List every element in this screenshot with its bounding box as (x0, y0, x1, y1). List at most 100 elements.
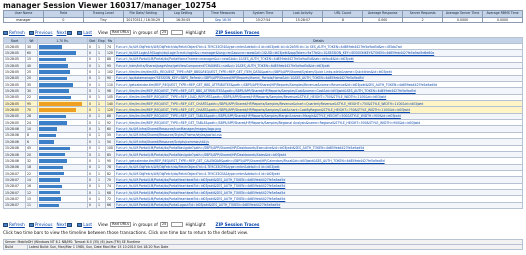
time-bar[interactable] (39, 171, 65, 176)
row-details-link[interactable]: Fun url: /tc/LM.Portal/LM/Portal/do/Port… (116, 153, 286, 157)
summary-header-cell: Time Measures (202, 10, 244, 18)
time-bar[interactable] (39, 127, 58, 131)
time-bar[interactable] (39, 190, 60, 195)
time-bar[interactable] (39, 83, 73, 87)
next-link-bottom[interactable]: Next (57, 222, 74, 227)
view-select-bottom[interactable]: Rad URLs (109, 222, 132, 227)
time-bar[interactable] (39, 133, 56, 138)
row-details-link[interactable]: Fun url: /getcalendar.tlm/REP_REQUEST_TY… (116, 83, 437, 87)
summary-value-cell: 16:30:05 (162, 17, 204, 23)
summary-header-cell: Average Response (362, 10, 404, 18)
row-details-link[interactable]: Fun url: /tc/LM.Portal/LM/Portal/do/Port… (116, 57, 354, 61)
summary-header-cell: Tracing Level (82, 10, 124, 18)
group-size-select[interactable]: 25 (159, 30, 169, 35)
time-bar[interactable] (39, 76, 67, 81)
time-bar[interactable] (39, 159, 67, 163)
time-bar[interactable] (39, 152, 66, 157)
time-bar[interactable] (39, 140, 55, 144)
row-details-link[interactable]: Fun url: /tc/LM.Portal/LM/Portal/do/Port… (116, 184, 285, 188)
time-bar[interactable] (39, 114, 66, 119)
row-details-link[interactable]: Fun url: /tc/LM.ObjFetch/LM/ObjFetch/do/… (116, 165, 280, 169)
time-bar[interactable] (39, 146, 70, 150)
zip-session-traces-link[interactable]: ZIP Session Traces (216, 30, 260, 35)
row-details-link[interactable]: Fun url: /tlm/lm.tlm/REP_REQUEST_TYPE=RE… (116, 95, 386, 99)
next-icon (67, 222, 73, 227)
summary-value-row: manager 0 Tiny 20170311 / 16:30:29 16:30:05 S… (3, 17, 523, 23)
row-start-time: 15:28:07 (3, 201, 26, 209)
zip-session-traces-link-bottom[interactable]: ZIP Session Traces (216, 222, 260, 227)
row-details-link[interactable]: Fun url: /tc/LM.Portal/LM/Portal/do/Port… (116, 178, 285, 182)
row-details-link[interactable]: Fun url: /tlm/lm.tlm/REP_REQUEST_TYPE=RE… (116, 89, 416, 93)
timeline-instructions: Click two time bars to view the timeline… (3, 230, 249, 235)
refresh-label: Refresh (9, 30, 25, 35)
next-label: Next (56, 30, 67, 35)
row-details-link[interactable]: Fun url: /tc/LM.Infra/Shared/Resource/Ic… (116, 127, 221, 131)
row-details-link[interactable]: Fun url: /tc/LM.Portal/LM/Portal/do/Port… (116, 191, 285, 195)
last-link[interactable]: Last (77, 30, 92, 35)
time-bar[interactable] (39, 95, 72, 100)
previous-link[interactable]: Previous (28, 30, 53, 35)
view-select[interactable]: Rad URLs (109, 30, 132, 35)
summary-value-cell: 0.0000 (442, 17, 484, 23)
time-bar[interactable] (39, 102, 82, 106)
refresh-link[interactable]: Refresh (3, 30, 25, 35)
row-details-link[interactable]: Fun url: /tc/LM.Infra/Shared/Resource/St… (116, 133, 222, 137)
previous-link-bottom[interactable]: Previous (28, 222, 53, 227)
next-icon (67, 30, 73, 35)
time-measures-link[interactable]: Sep 16:30 (215, 19, 231, 22)
highlight-label: HighLight (185, 222, 206, 227)
highlight-label: HighLight (185, 30, 206, 35)
time-bar[interactable] (39, 108, 76, 112)
row-details-link[interactable]: Fun url: /tc/LM.Infra/Shared/Resource/Sc… (116, 140, 209, 144)
row-stat: 0 (87, 201, 97, 209)
row-details-link[interactable]: Fun url: /tc/LM.ObjFetch/LM/ObjFetch/do/… (116, 45, 402, 49)
bottom-toolbar: Refresh Previous Next Last View Rad URLs… (3, 221, 523, 228)
highlight-input-bottom[interactable] (171, 222, 184, 227)
time-bar[interactable] (39, 165, 63, 170)
row-details-link[interactable]: Fun url: /tc/LM.Login/LM/Login/do/Login?… (116, 51, 434, 55)
view-label: View (98, 30, 108, 35)
row-details-link[interactable]: Fun url: /tc/LM.ObjFetch/LM/ObjFetch/do/… (116, 172, 280, 176)
time-bar[interactable] (39, 184, 62, 189)
in-groups-label: in groups of (133, 30, 158, 35)
group-size-select-bottom[interactable]: 25 (159, 222, 169, 227)
row-details-link[interactable]: Fun url: /cdm/Infra/Shared/pageView/getV… (116, 64, 330, 68)
time-bar[interactable] (39, 70, 71, 74)
highlight-input[interactable] (171, 30, 184, 35)
row-timebar-cell[interactable] (37, 201, 88, 209)
row-details-link[interactable]: Fun url: /tc/LM.Portal/LM/Portal/do/Port… (116, 146, 364, 150)
row-details-link[interactable]: Fun url: /tc/LM.Portal/LM/Portal/do/Port… (116, 203, 280, 207)
row-details-link[interactable]: Fun url: /tlm/lm.tlm/tlm/SEL_REQUEST_TYP… (116, 70, 392, 74)
next-link[interactable]: Next (57, 30, 74, 35)
time-bar[interactable] (39, 121, 68, 125)
summary-value-cell: 0.0000 (482, 17, 523, 23)
build-info: Latest Build: Sun, Mon/Mar 1 1980, Sun, … (27, 244, 523, 250)
time-bar[interactable] (39, 178, 61, 182)
previous-icon (28, 222, 34, 227)
row-details-link[interactable]: Fun url: /tlm/lm.tlm/REP_REQUEST_TYPE=RE… (116, 108, 410, 112)
time-bar[interactable] (39, 51, 76, 55)
time-bar[interactable] (39, 203, 60, 208)
top-toolbar: Refresh Previous Next Last View Rad URLs… (3, 29, 523, 36)
previous-label: Previous (34, 30, 53, 35)
summary-header-cell: Last Activity (282, 10, 324, 18)
summary-header-cell: Field (42, 10, 84, 18)
time-bar[interactable] (39, 64, 69, 68)
last-link-bottom[interactable]: Last (77, 222, 92, 227)
row-details-link[interactable]: Fun url: /tlm/lm.tlm/REP_REQUEST_TYPE=RE… (116, 114, 401, 118)
row-details-link[interactable]: Fun url: /tlm/lm.tlm/REP_REQUEST_TYPE=RE… (116, 102, 423, 106)
row-details-link[interactable]: Fun url: /getcalendar.tlm/REP_REQUEST_TY… (116, 159, 385, 163)
row-details-link[interactable]: Fun url: /tlm/lm.tlm/REP_REQUEST_TYPE=RE… (116, 121, 420, 125)
build-label: Build (3, 244, 28, 250)
row-details-link[interactable]: Fun url: /sp/datamanager?SESSION_KEY=SBP… (116, 76, 364, 80)
summary-header-cell: Average RBMS Time (482, 10, 523, 18)
refresh-link-bottom[interactable]: Refresh (3, 222, 25, 227)
time-bar[interactable] (39, 197, 62, 201)
time-bar[interactable] (39, 45, 62, 49)
trace-row[interactable]: 15:28:07 11 0 1 66 Fun url: /tc/LM.Portal/LM/… (3, 201, 523, 209)
row-wait: 11 (25, 201, 38, 209)
last-icon (77, 30, 83, 35)
time-bar[interactable] (39, 89, 70, 93)
row-details-link[interactable]: Fun url: /tc/LM.Portal/LM/Portal/do/Port… (116, 197, 285, 201)
time-bar[interactable] (39, 57, 66, 62)
